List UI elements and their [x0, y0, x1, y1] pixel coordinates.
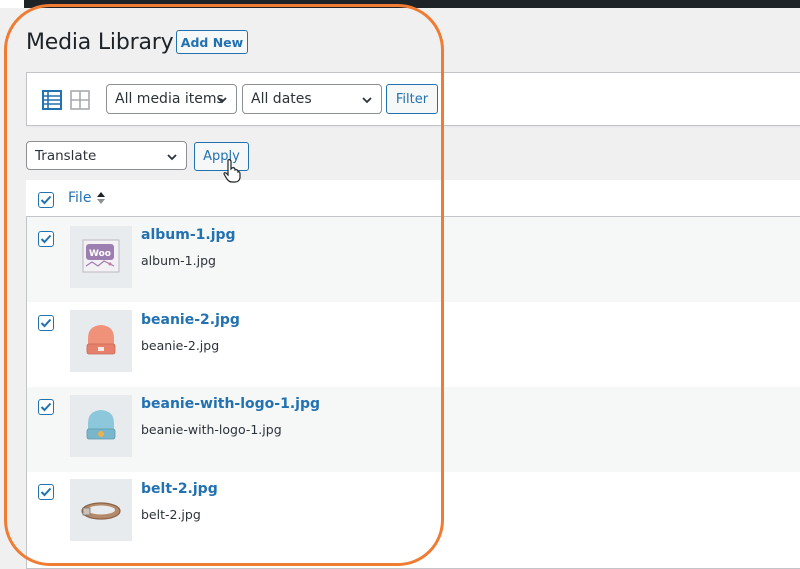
row-checkbox[interactable] [38, 484, 54, 500]
row-checkbox[interactable] [38, 315, 54, 331]
column-file-header[interactable]: File [68, 190, 91, 206]
admin-top-bar [0, 0, 800, 8]
date-select[interactable]: All dates [242, 84, 382, 114]
add-new-button[interactable]: Add New [176, 30, 248, 54]
orange-beanie-thumbnail-icon [70, 310, 132, 372]
chevron-down-icon [217, 97, 227, 104]
file-name: beanie-2.jpg [141, 338, 220, 353]
date-value: All dates [251, 91, 312, 107]
svg-text:Woo: Woo [89, 249, 111, 259]
file-name: album-1.jpg [141, 253, 216, 268]
list-view-icon[interactable] [42, 90, 62, 110]
media-type-value: All media items [115, 91, 224, 107]
grid-view-icon[interactable] [70, 90, 90, 110]
page-title: Media Library [26, 30, 174, 55]
select-all-checkbox[interactable] [38, 192, 54, 208]
chevron-down-icon [362, 97, 372, 104]
file-title-link[interactable]: beanie-with-logo-1.jpg [141, 396, 320, 412]
blue-beanie-thumbnail-icon [70, 395, 132, 457]
row-checkbox[interactable] [38, 399, 54, 415]
file-title-link[interactable]: beanie-2.jpg [141, 312, 240, 328]
woo-album-thumbnail-icon: Woo [70, 226, 132, 288]
bulk-action-value: Translate [35, 147, 97, 164]
file-title-link[interactable]: album-1.jpg [141, 227, 236, 243]
file-name: beanie-with-logo-1.jpg [141, 422, 282, 437]
bulk-action-select[interactable]: Translate [26, 141, 187, 170]
filter-button[interactable]: Filter [386, 84, 438, 114]
media-type-select[interactable]: All media items [106, 84, 237, 114]
sort-icon[interactable] [96, 190, 106, 206]
belt-thumbnail-icon [70, 479, 132, 541]
top-corner [0, 0, 24, 8]
table-header [26, 180, 800, 217]
row-checkbox[interactable] [38, 231, 54, 247]
file-title-link[interactable]: belt-2.jpg [141, 481, 218, 497]
hand-cursor-icon [223, 159, 241, 183]
chevron-down-icon [167, 154, 177, 161]
file-name: belt-2.jpg [141, 507, 201, 522]
